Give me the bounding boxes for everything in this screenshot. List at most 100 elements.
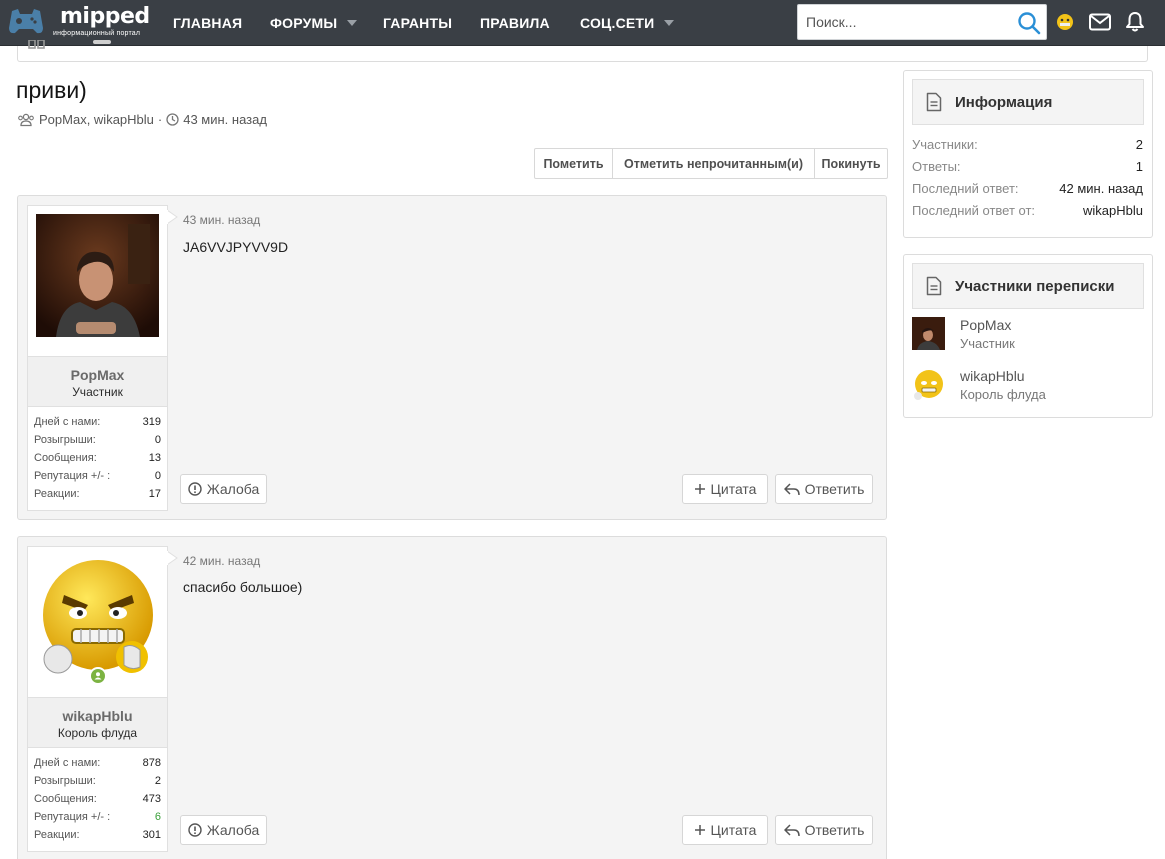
document-icon — [926, 276, 942, 296]
info-label: Участники: — [912, 136, 978, 152]
logo-subtitle: информационный портал — [53, 30, 141, 37]
leave-button[interactable]: Покинуть — [815, 149, 887, 178]
info-row: Последний ответ: 42 мин. назад — [904, 177, 1152, 199]
stat-row: Репутация +/- : 0 — [34, 467, 161, 485]
post-body: спасибо большое) — [183, 579, 303, 595]
thread-time[interactable]: 43 мин. назад — [183, 112, 267, 127]
online-badge — [89, 667, 107, 685]
user-stats: Дней с нами: 319 Розыгрыши: 0 Сообщения: 13… — [28, 407, 167, 507]
report-label: Жалоба — [206, 822, 260, 838]
stat-row: Репутация +/- : 6 — [34, 808, 161, 826]
stat-label: Репутация +/- : — [34, 811, 111, 823]
post-time[interactable]: 42 мин. назад — [183, 554, 260, 568]
user-stats: Дней с нами: 878 Розыгрыши: 2 Сообщения: 47… — [28, 748, 167, 848]
alert-icon — [188, 823, 202, 837]
thread-participants[interactable]: PopMax, wikapHblu — [39, 112, 154, 127]
stat-value: 6 — [154, 811, 161, 823]
meta-separator: · — [157, 112, 163, 127]
clock-icon — [166, 113, 179, 126]
reply-label: Ответить — [804, 481, 865, 497]
chevron-down-icon[interactable] — [664, 20, 675, 26]
quote-label: Цитата — [710, 822, 757, 838]
user-card: wikapHblu Король флуда Дней с нами: 878 Р… — [27, 546, 168, 852]
info-value[interactable]: 42 мин. назад — [1059, 181, 1143, 196]
report-button[interactable]: Жалоба — [180, 474, 267, 504]
grid-icon[interactable] — [28, 40, 46, 50]
mark-unread-button[interactable]: Отметить непрочитанным(и) — [613, 149, 815, 178]
user-name-block: PopMax Участник — [28, 356, 167, 407]
nav-home[interactable]: ГЛАВНАЯ — [173, 0, 242, 46]
gamepad-logo-icon — [9, 9, 43, 34]
search-icon[interactable] — [1017, 11, 1041, 35]
stat-label: Дней с нами: — [34, 757, 101, 769]
chevron-down-icon[interactable] — [347, 20, 358, 26]
stat-label: Сообщения: — [34, 793, 97, 805]
info-label: Последний ответ: — [912, 180, 1019, 196]
info-value[interactable]: wikapHblu — [1083, 203, 1143, 218]
mark-button[interactable]: Пометить — [535, 149, 613, 178]
stat-label: Репутация +/- : — [34, 470, 111, 482]
envelope-icon[interactable] — [1089, 13, 1111, 31]
stat-row: Реакции: 17 — [34, 485, 161, 503]
nav-guarantors[interactable]: ГАРАНТЫ — [383, 0, 452, 46]
info-row: Участники: 2 — [904, 133, 1152, 155]
reply-icon — [783, 483, 800, 496]
nav-label: ГАРАНТЫ — [383, 15, 453, 31]
logo-wordmark: mipped — [60, 4, 150, 29]
info-title: Информация — [955, 93, 1053, 111]
user-avatar-menu[interactable] — [1055, 12, 1075, 32]
report-button[interactable]: Жалоба — [180, 815, 267, 845]
stat-value: 0 — [154, 470, 161, 482]
stat-value: 2 — [154, 775, 161, 787]
participant-name[interactable]: PopMax — [960, 317, 1011, 333]
avatar[interactable] — [28, 547, 167, 697]
user-title: Участник — [72, 385, 123, 399]
bell-icon[interactable] — [1126, 11, 1144, 33]
site-logo[interactable]: mipped информационный портал — [8, 4, 150, 40]
nav-rules[interactable]: ПРАВИЛА — [480, 0, 550, 46]
nav-social[interactable]: СОЦ.СЕТИ — [580, 0, 675, 46]
info-value: 1 — [1135, 158, 1143, 174]
quote-button[interactable]: Цитата — [682, 474, 768, 504]
stat-row: Розыгрыши: 2 — [34, 772, 161, 790]
search-input[interactable] — [798, 5, 1010, 39]
document-icon — [926, 92, 942, 112]
plus-icon — [694, 484, 705, 494]
stat-value: 473 — [142, 793, 161, 805]
post-time[interactable]: 43 мин. назад — [183, 213, 260, 227]
report-label: Жалоба — [206, 481, 260, 497]
participants-block: Участники переписки PopMax Участник wika… — [903, 254, 1153, 418]
nav-label: ПРАВИЛА — [480, 15, 550, 31]
reply-button[interactable]: Ответить — [775, 815, 873, 845]
info-list: Участники: 2 Ответы: 1 Последний ответ: 42 … — [904, 133, 1152, 221]
stat-value: 13 — [148, 452, 161, 464]
top-navigation-bar: mipped информационный портал ГЛАВНАЯ ФОР… — [0, 0, 1165, 46]
stat-value: 878 — [142, 757, 161, 769]
participants-list: PopMax Участник wikapHblu Король флуда — [904, 317, 1152, 419]
username[interactable]: wikapHblu — [28, 708, 167, 724]
participant-name[interactable]: wikapHblu — [960, 368, 1025, 384]
avatar[interactable] — [912, 368, 945, 401]
search-box — [797, 4, 1047, 40]
quote-button[interactable]: Цитата — [682, 815, 768, 845]
thread-meta: PopMax, wikapHblu · 43 мин. назад — [17, 112, 267, 127]
info-block: Информация Участники: 2 Ответы: 1 Последни… — [903, 70, 1153, 238]
nav-forums[interactable]: ФОРУМЫ — [270, 0, 358, 46]
reply-button[interactable]: Ответить — [775, 474, 873, 504]
stat-label: Розыгрыши: — [34, 775, 96, 787]
thread-actions: Пометить Отметить непрочитанным(и) Покин… — [534, 148, 888, 179]
post-body: JA6VVJPYVV9D — [183, 239, 289, 255]
message-post: PopMax Участник Дней с нами: 319 Розыгрыш… — [17, 195, 887, 520]
avatar[interactable] — [912, 317, 945, 350]
user-title: Король флуда — [57, 726, 138, 740]
stat-value: 319 — [142, 416, 161, 428]
stat-row: Сообщения: 13 — [34, 449, 161, 467]
username[interactable]: PopMax — [28, 367, 167, 383]
participants-title: Участники переписки — [955, 277, 1115, 295]
user-name-block: wikapHblu Король флуда — [28, 697, 167, 748]
reply-label: Ответить — [804, 822, 865, 838]
user-card: PopMax Участник Дней с нами: 319 Розыгрыш… — [27, 205, 168, 511]
breadcrumb-link-fragment[interactable] — [93, 40, 111, 44]
nav-label: ФОРУМЫ — [270, 15, 338, 31]
avatar[interactable] — [28, 206, 167, 356]
